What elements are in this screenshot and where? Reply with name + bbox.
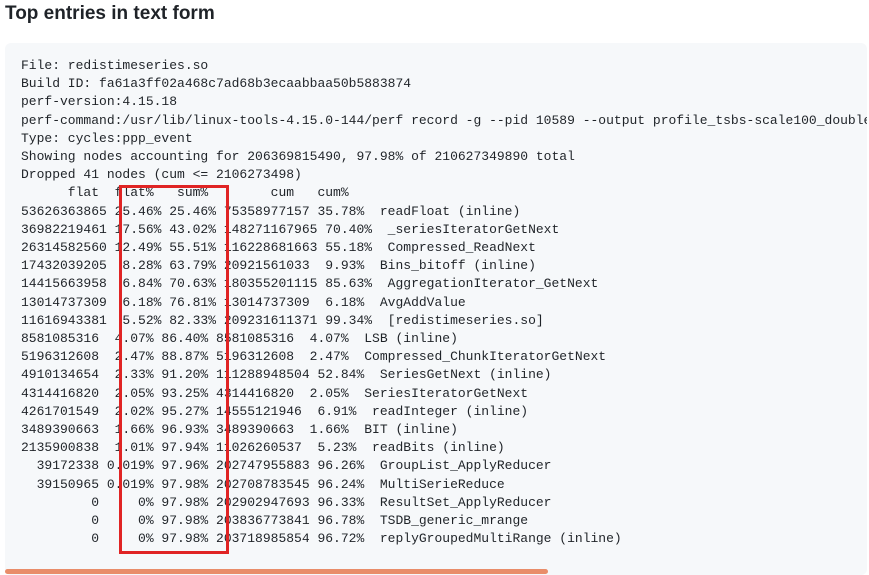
code-line: Build ID: fa61a3ff02a468c7ad68b3ecaabbaa… bbox=[21, 76, 412, 92]
code-line: 3489390663 1.66% 96.93% 3489390663 1.66%… bbox=[21, 422, 458, 438]
code-line: 4261701549 2.02% 95.27% 14555121946 6.91… bbox=[21, 403, 529, 419]
code-line: perf-version:4.15.18 bbox=[21, 94, 178, 110]
code-line: 39150965 0.019% 97.98% 202708783545 96.2… bbox=[21, 476, 505, 492]
code-line: flat flat% sum% cum cum% bbox=[21, 185, 349, 201]
code-line: 2135900838 1.01% 97.94% 11026260537 5.23… bbox=[21, 440, 505, 456]
profile-text: File: redistimeseries.so Build ID: fa61a3… bbox=[21, 57, 867, 548]
code-block[interactable]: File: redistimeseries.so Build ID: fa61a3… bbox=[5, 43, 867, 575]
code-line: 5196312608 2.47% 88.87% 5196312608 2.47%… bbox=[21, 349, 607, 365]
code-line: 4314416820 2.05% 93.25% 4314416820 2.05%… bbox=[21, 385, 529, 401]
code-line: 53626363865 25.46% 25.46% 75358977157 35… bbox=[21, 203, 521, 219]
code-line: 0 0% 97.98% 203718985854 96.72% replyGro… bbox=[21, 531, 622, 547]
code-line: 26314582560 12.49% 55.51% 116228681663 5… bbox=[21, 240, 536, 256]
code-line: 8581085316 4.07% 86.40% 8581085316 4.07%… bbox=[21, 331, 458, 347]
code-line: 0 0% 97.98% 202902947693 96.33% ResultSe… bbox=[21, 494, 552, 510]
horizontal-scrollbar[interactable] bbox=[5, 569, 548, 574]
code-line: 4910134654 2.33% 91.20% 111288948504 52.… bbox=[21, 367, 552, 383]
code-line: 36982219461 17.56% 43.02% 148271167965 7… bbox=[21, 221, 560, 237]
section-heading: Top entries in text form bbox=[5, 3, 215, 24]
code-line: 17432039205 8.28% 63.79% 20921561033 9.9… bbox=[21, 258, 536, 274]
code-line: 0 0% 97.98% 203836773841 96.78% TSDB_gen… bbox=[21, 513, 529, 529]
code-line: 39172338 0.019% 97.96% 202747955883 96.2… bbox=[21, 458, 552, 474]
code-line: 13014737309 6.18% 76.81% 13014737309 6.1… bbox=[21, 294, 466, 310]
code-line: 11616943381 5.52% 82.33% 209231611371 99… bbox=[21, 312, 544, 328]
code-line: Type: cycles:ppp_event bbox=[21, 130, 193, 146]
code-line: perf-command:/usr/lib/linux-tools-4.15.0… bbox=[21, 112, 867, 128]
code-line: Dropped 41 nodes (cum <= 2106273498) bbox=[21, 167, 302, 183]
code-line: File: redistimeseries.so bbox=[21, 58, 209, 73]
code-line: 14415663958 6.84% 70.63% 180355201115 85… bbox=[21, 276, 599, 292]
code-line: Showing nodes accounting for 20636981549… bbox=[21, 149, 575, 165]
